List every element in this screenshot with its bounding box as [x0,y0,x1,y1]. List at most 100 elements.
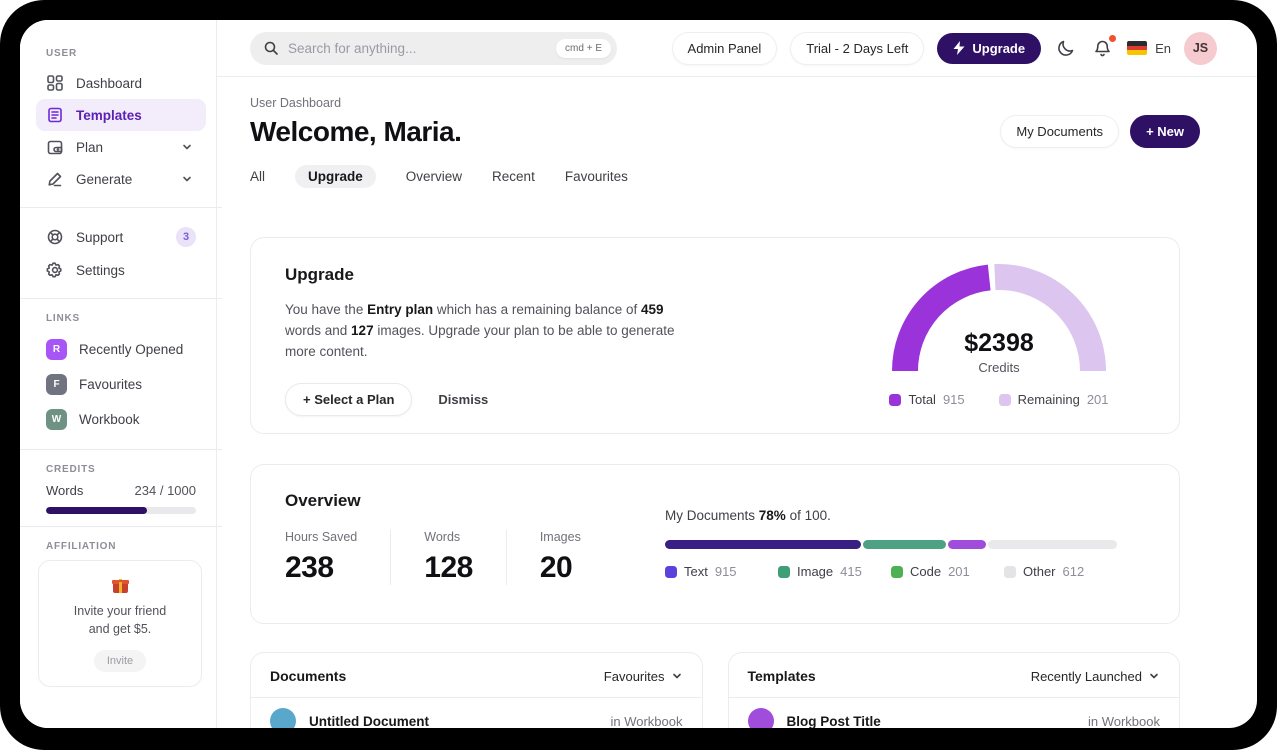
legend-label: Text [684,564,708,579]
search-bar[interactable]: cmd + E [250,31,617,65]
credits-words-value: 234 / 1000 [134,483,196,498]
legend-value: 915 [714,564,737,579]
credits-gauge: $2398 Credits Total 915 Remaining 201 [889,263,1109,407]
sidebar-item-label: Generate [76,171,133,187]
template-location: in Workbook [1087,713,1160,729]
stacked-progress-bar [665,540,1117,549]
chevron-down-icon [672,673,681,679]
upgrade-button-label: Upgrade [972,40,1026,56]
stat-label: Hours Saved [285,530,358,544]
sidebar-item-plan[interactable]: Plan [36,131,206,163]
language-label[interactable]: En [1155,41,1171,56]
tab-recent[interactable]: Recent [492,165,535,188]
sidebar-item-support[interactable]: Support 3 [36,220,206,254]
bar-segment-image [863,540,946,549]
credits-progress-fill [46,507,147,514]
documents-filter-label: Favourites [603,668,665,684]
legend-label: Code [910,564,942,579]
sidebar-link-recently-opened[interactable]: R Recently Opened [36,332,206,367]
legend-value: 612 [1062,564,1085,579]
dark-mode-toggle[interactable] [1054,36,1078,60]
my-documents-button[interactable]: My Documents [1000,115,1120,148]
content: User Dashboard Welcome, Maria. My Docume… [217,96,1257,728]
legend-swatch [1004,565,1016,578]
lightning-bolt-icon [953,41,965,55]
sidebar-divider [20,449,222,450]
legend-label: Total [908,392,936,407]
notifications-button[interactable] [1091,34,1117,60]
link-letter-badge: F [46,374,67,395]
sidebar-divider [20,207,222,208]
gauge-chart: $2398 Credits [889,263,1109,375]
document-row[interactable]: Untitled Document in Workbook [251,698,702,728]
legend-item-text: Text 915 [665,564,778,579]
generate-pencil-icon [48,172,62,187]
document-location: in Workbook [610,713,683,729]
template-avatar [747,708,774,728]
plan-wallet-icon [47,140,63,155]
search-shortcut-badge: cmd + E [556,38,611,58]
sidebar-section-affiliation: AFFILIATION [46,541,117,552]
bell-icon [1095,40,1110,56]
sidebar-item-templates[interactable]: Templates [36,99,206,131]
legend-label: Other [1023,564,1056,579]
affiliation-line2: and get $5. [88,622,152,637]
sidebar-section-user: USER [46,48,77,59]
tab-upgrade[interactable]: Upgrade [295,165,376,188]
support-count-badge: 3 [176,227,196,247]
search-icon [264,41,278,55]
germany-flag-icon[interactable] [1127,41,1148,55]
sidebar-link-favourites[interactable]: F Favourites [36,367,206,402]
tab-overview[interactable]: Overview [406,165,462,188]
templates-document-icon [48,107,62,123]
sidebar: USER Dashboard Templates Plan Generate S… [20,20,222,728]
upgrade-button[interactable]: Upgrade [937,32,1042,64]
trial-badge-button[interactable]: Trial - 2 Days Left [790,31,925,65]
breadcrumb: User Dashboard [250,96,342,110]
overview-stats: Hours Saved 238 Words 128 Images 20 [285,530,647,585]
legend-label: Remaining [1017,392,1080,407]
sidebar-item-label: Templates [76,107,142,123]
upgrade-card: Upgrade You have the Entry plan which ha… [250,237,1180,434]
app-window: USER Dashboard Templates Plan Generate S… [20,20,1257,728]
invite-button[interactable]: Invite [93,650,147,673]
dismiss-button[interactable]: Dismiss [438,392,488,407]
user-avatar[interactable]: JS [1184,31,1217,65]
legend-swatch [889,393,902,406]
gauge-sublabel: Credits [978,360,1020,375]
new-button[interactable]: + New [1130,115,1200,148]
sidebar-item-settings[interactable]: Settings [36,254,206,286]
title-actions: My Documents + New [1000,115,1200,148]
stat-words: Words 128 [424,530,507,585]
sidebar-item-label: Plan [76,139,104,155]
sidebar-item-dashboard[interactable]: Dashboard [36,67,206,99]
tab-favourites[interactable]: Favourites [565,165,628,188]
settings-gear-icon [46,262,62,278]
legend-item-total: Total 915 [889,392,965,407]
link-letter-badge: W [46,409,67,430]
sidebar-link-workbook[interactable]: W Workbook [36,402,206,437]
legend-swatch [891,565,903,578]
gauge-legend: Total 915 Remaining 201 [889,392,1109,407]
topbar: cmd + E Admin Panel Trial - 2 Days Left … [217,20,1257,77]
documents-card-title: Documents [270,668,347,684]
dashboard-grid-icon [47,75,63,91]
bar-segment-other [987,540,1117,549]
template-row[interactable]: Blog Post Title in Workbook [729,698,1180,728]
stat-label: Words [424,530,461,544]
device-frame: USER Dashboard Templates Plan Generate S… [0,0,1277,750]
chevron-down-icon [1150,673,1158,679]
templates-filter-dropdown[interactable]: Recently Launched [1031,669,1160,684]
link-letter-badge: R [46,339,67,360]
admin-panel-button[interactable]: Admin Panel [671,31,778,65]
legend-value: 415 [840,564,862,579]
sidebar-item-label: Workbook [79,412,140,427]
notification-dot [1109,34,1117,42]
sidebar-item-generate[interactable]: Generate [36,163,206,195]
tab-all[interactable]: All [250,165,265,188]
documents-filter-dropdown[interactable]: Favourites [604,669,683,684]
search-input[interactable] [288,40,548,56]
affiliation-card: Invite your friend and get $5. Invite [38,560,202,688]
select-plan-button[interactable]: + Select a Plan [285,383,413,417]
documents-card-header: Documents Favourites [251,653,702,698]
